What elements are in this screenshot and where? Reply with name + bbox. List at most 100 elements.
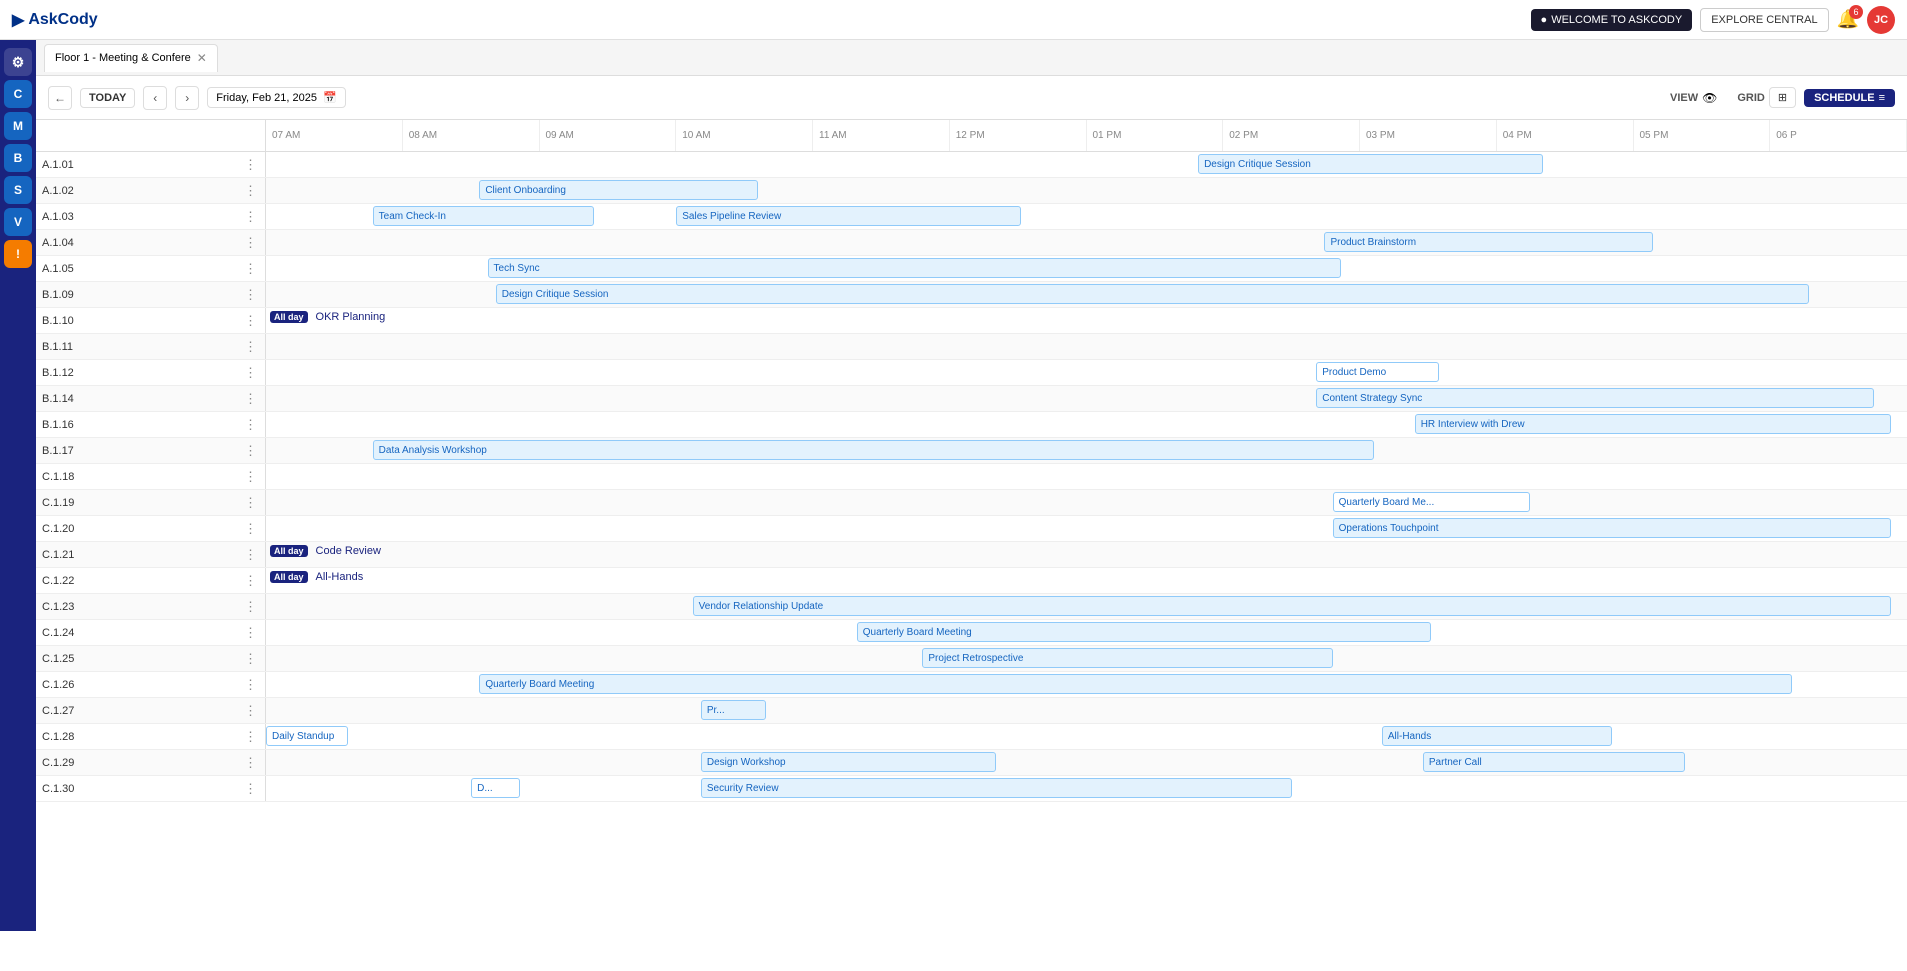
sidebar-item-V[interactable]: V — [4, 208, 32, 236]
list-item[interactable]: Operations Touchpoint — [1333, 518, 1891, 538]
list-item[interactable]: Partner Call — [1423, 752, 1686, 772]
event-label: All-Hands — [316, 571, 364, 583]
room-menu-button[interactable]: ⋮ — [242, 157, 259, 173]
schedule-icon: ≡ — [1879, 92, 1885, 104]
explore-button[interactable]: EXPLORE CENTRAL — [1700, 8, 1828, 32]
date-label: Friday, Feb 21, 2025 — [216, 92, 317, 104]
room-label-cell: C.1.25⋮ — [36, 646, 266, 671]
room-menu-button[interactable]: ⋮ — [242, 469, 259, 485]
list-item[interactable]: Client Onboarding — [479, 180, 758, 200]
list-item[interactable]: Design Critique Session — [496, 284, 1809, 304]
welcome-button[interactable]: ● WELCOME TO ASKCODY — [1531, 9, 1693, 31]
close-tab-icon[interactable]: ✕ — [197, 51, 207, 65]
sidebar-item-M[interactable]: M — [4, 112, 32, 140]
list-item[interactable]: Design Critique Session — [1198, 154, 1543, 174]
room-menu-button[interactable]: ⋮ — [242, 573, 259, 589]
table-row: B.1.17⋮Data Analysis Workshop — [36, 438, 1907, 464]
room-menu-button[interactable]: ⋮ — [242, 339, 259, 355]
sidebar-item-settings[interactable]: ⚙ — [4, 48, 32, 76]
room-menu-button[interactable]: ⋮ — [242, 261, 259, 277]
room-menu-button[interactable]: ⋮ — [242, 365, 259, 381]
next-button[interactable]: › — [175, 86, 199, 110]
event-label: OKR Planning — [316, 311, 386, 323]
room-name: B.1.16 — [42, 419, 74, 431]
room-events-cell — [266, 464, 1907, 489]
list-item[interactable]: Quarterly Board Meeting — [479, 674, 1792, 694]
room-menu-button[interactable]: ⋮ — [242, 651, 259, 667]
floor-tab[interactable]: Floor 1 - Meeting & Confere ✕ — [44, 44, 218, 72]
table-row: C.1.29 ⋮ Design Workshop Partner Call — [36, 750, 1907, 776]
list-item[interactable]: HR Interview with Drew — [1415, 414, 1891, 434]
back-button[interactable]: ← — [48, 86, 72, 110]
allday-event[interactable]: All dayCode Review — [270, 545, 381, 557]
room-menu-button[interactable]: ⋮ — [242, 547, 259, 563]
notification-badge: 6 — [1849, 5, 1863, 19]
grid-toggle[interactable]: ⊞ — [1769, 87, 1796, 108]
room-label-cell: C.1.19⋮ — [36, 490, 266, 515]
list-item[interactable]: Pr... — [701, 700, 767, 720]
list-item[interactable]: Vendor Relationship Update — [693, 596, 1891, 616]
view-group: VIEW 👁 — [1670, 91, 1717, 105]
schedule-button[interactable]: SCHEDULE ≡ — [1804, 89, 1895, 107]
list-item[interactable]: All-Hands — [1382, 726, 1612, 746]
list-item[interactable]: Tech Sync — [488, 258, 1341, 278]
room-menu-button[interactable]: ⋮ — [242, 703, 259, 719]
sidebar-item-S[interactable]: S — [4, 176, 32, 204]
calendar-body: A.1.01⋮Design Critique SessionA.1.02⋮Cli… — [36, 152, 1907, 931]
list-item[interactable]: Quarterly Board Meeting — [857, 622, 1431, 642]
list-item[interactable]: Sales Pipeline Review — [676, 206, 1021, 226]
room-menu-button[interactable]: ⋮ — [242, 495, 259, 511]
room-menu-button[interactable]: ⋮ — [242, 443, 259, 459]
room-events-cell: Design Critique Session — [266, 152, 1907, 177]
room-menu-button[interactable]: ⋮ — [242, 755, 259, 771]
grid-group: GRID ⊞ — [1737, 87, 1796, 108]
notification-button[interactable]: 🔔 6 — [1837, 9, 1859, 30]
room-menu-button[interactable]: ⋮ — [242, 183, 259, 199]
allday-badge: All day — [270, 571, 308, 583]
room-menu-button[interactable]: ⋮ — [242, 677, 259, 693]
room-menu-button[interactable]: ⋮ — [242, 417, 259, 433]
room-menu-button[interactable]: ⋮ — [242, 235, 259, 251]
list-item[interactable]: Product Demo — [1316, 362, 1439, 382]
room-events-cell: Data Analysis Workshop — [266, 438, 1907, 463]
toolbar: ← TODAY ‹ › Friday, Feb 21, 2025 📅 VIEW … — [36, 76, 1907, 120]
room-menu-button[interactable]: ⋮ — [242, 521, 259, 537]
prev-button[interactable]: ‹ — [143, 86, 167, 110]
room-events-cell: HR Interview with Drew — [266, 412, 1907, 437]
list-item[interactable]: Data Analysis Workshop — [373, 440, 1374, 460]
date-picker[interactable]: Friday, Feb 21, 2025 📅 — [207, 87, 345, 108]
allday-event[interactable]: All dayOKR Planning — [270, 311, 385, 323]
sidebar-item-C[interactable]: C — [4, 80, 32, 108]
room-menu-button[interactable]: ⋮ — [242, 599, 259, 615]
list-item[interactable]: Project Retrospective — [922, 648, 1332, 668]
time-label-11: 06 P — [1770, 120, 1907, 151]
today-button[interactable]: TODAY — [80, 88, 135, 108]
list-item[interactable]: Daily Standup — [266, 726, 348, 746]
list-item[interactable]: Security Review — [701, 778, 1292, 798]
sidebar-item-B[interactable]: B — [4, 144, 32, 172]
list-item[interactable]: Content Strategy Sync — [1316, 388, 1874, 408]
sidebar-item-alert[interactable]: ! — [4, 240, 32, 268]
time-label-2: 09 AM — [540, 120, 677, 151]
list-item[interactable]: Product Brainstorm — [1324, 232, 1652, 252]
room-menu-button[interactable]: ⋮ — [242, 391, 259, 407]
room-menu-button[interactable]: ⋮ — [242, 781, 259, 797]
room-menu-button[interactable]: ⋮ — [242, 209, 259, 225]
room-label-cell: A.1.01 ⋮ — [36, 152, 266, 177]
room-menu-button[interactable]: ⋮ — [242, 287, 259, 303]
calendar-area[interactable]: 07 AM08 AM09 AM10 AM11 AM12 PM01 PM02 PM… — [36, 120, 1907, 931]
room-events-cell: Project Retrospective — [266, 646, 1907, 671]
avatar[interactable]: JC — [1867, 6, 1895, 34]
room-name: C.1.29 — [42, 757, 74, 769]
list-item[interactable]: D... — [471, 778, 520, 798]
room-menu-button[interactable]: ⋮ — [242, 313, 259, 329]
room-menu-button[interactable]: ⋮ — [242, 729, 259, 745]
room-menu-button[interactable]: ⋮ — [242, 625, 259, 641]
list-item[interactable]: Design Workshop — [701, 752, 996, 772]
list-item[interactable]: Quarterly Board Me... — [1333, 492, 1530, 512]
sidebar-icons: ⚙ C M B S V ! — [0, 40, 36, 931]
list-item[interactable]: Team Check-In — [373, 206, 595, 226]
room-name: A.1.01 — [42, 159, 74, 171]
circle-icon: ● — [1541, 14, 1548, 26]
allday-event[interactable]: All day All-Hands — [270, 571, 363, 583]
